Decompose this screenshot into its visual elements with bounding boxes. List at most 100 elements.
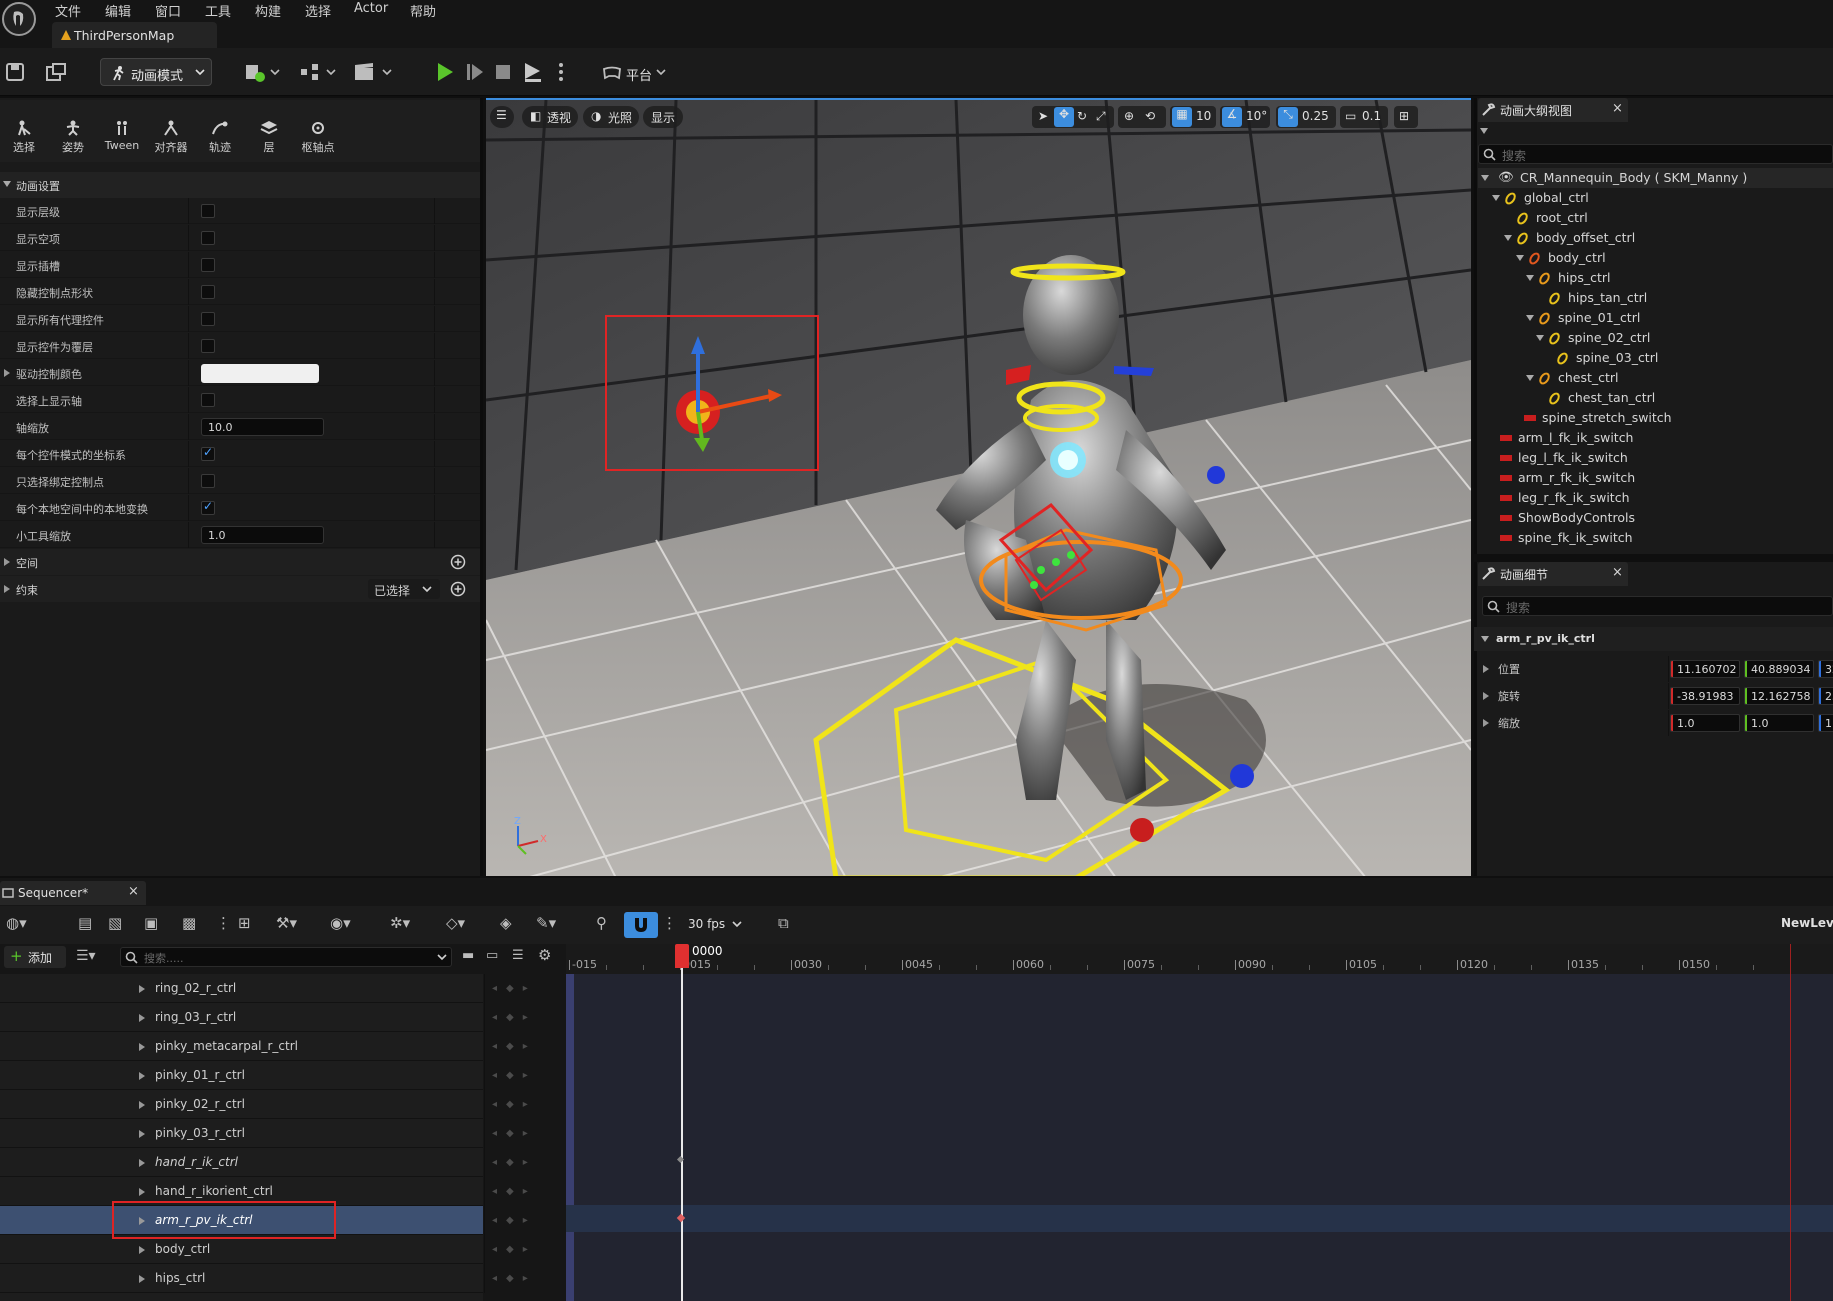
gizmo-scale-field[interactable]: 1.0 [201,526,324,544]
close-icon[interactable]: × [1612,565,1623,580]
setting-checkbox[interactable] [201,312,215,326]
tools-icon[interactable]: ⚒▾ [276,914,297,932]
expand-arrow-icon[interactable] [139,1246,145,1254]
outliner-item[interactable]: body_ctrl [1478,248,1833,268]
track-row[interactable]: ring_02_r_ctrl ◂◆▸ [0,974,528,1003]
stop-button[interactable] [495,64,511,80]
transform-x-field[interactable]: 11.160702 [1670,660,1740,678]
key-nav-icon[interactable]: ◂◆▸ [492,1128,537,1139]
outliner-item[interactable]: chest_ctrl [1478,368,1833,388]
level-viewport[interactable]: ☰ ◧ 透视 ◑ 光照 显示 ➤ ✥ ↻ ⤢ ⊕ ⟲ ▦ 10 ∡ 10° ⤡ 0.… [486,98,1471,876]
select-mode-icon[interactable]: ➤ [1038,109,1048,123]
blueprint-icon[interactable] [300,63,338,81]
expand-arrow-icon[interactable] [139,1072,145,1080]
axis-scale-field[interactable]: 10.0 [201,418,324,436]
tool-aligner[interactable]: 对齐器 [147,120,195,155]
outliner-item[interactable]: spine_01_ctrl [1478,308,1833,328]
outliner-tab[interactable]: 动画大纲视图 × [1478,98,1628,122]
auto-key-icon[interactable]: ◈ [500,914,512,932]
color-swatch[interactable] [201,364,319,383]
key-nav-icon[interactable]: ◂◆▸ [492,1070,537,1081]
track-row[interactable]: pinky_metacarpal_r_ctrl ◂◆▸ [0,1032,528,1061]
curve-editor-icon[interactable]: ⧉ [778,914,789,932]
track-row[interactable]: pinky_03_r_ctrl ◂◆▸ [0,1119,528,1148]
play-button[interactable] [436,62,454,82]
rotate-mode-icon[interactable]: ↻ [1077,109,1087,123]
outliner-item[interactable]: root_ctrl [1478,208,1833,228]
setting-checkbox[interactable] [201,445,215,461]
expand-arrow-icon[interactable] [139,1130,145,1138]
outliner-item[interactable]: arm_l_fk_ik_switch [1478,428,1833,448]
outliner-item[interactable]: spine_fk_ik_switch [1478,528,1833,548]
key-nav-icon[interactable]: ◂◆▸ [492,1012,537,1023]
find-asset-icon[interactable]: ▧ [108,914,122,932]
transform-x-field[interactable]: -38.91983 [1670,687,1740,705]
setting-checkbox[interactable] [201,339,215,353]
collapse-arrow-icon[interactable] [1526,375,1534,381]
outliner-root-row[interactable]: 👁 CR_Mannequin_Body ( SKM_Manny ) [1478,168,1833,188]
transform-y-field[interactable]: 40.889034 [1744,660,1814,678]
outliner-item[interactable]: hips_ctrl [1478,268,1833,288]
key-nav-icon[interactable]: ◂◆▸ [492,1041,537,1052]
transform-y-field[interactable]: 12.162758 [1744,687,1814,705]
save-icon[interactable] [6,63,24,81]
fps-dropdown[interactable]: 30 fps [686,914,754,936]
outliner-item[interactable]: spine_02_ctrl [1478,328,1833,348]
transform-z-field[interactable]: 1. [1818,714,1833,732]
tool-layer[interactable]: 层 [245,120,293,155]
world-space-icon[interactable]: ⊕ [1124,109,1134,123]
collapse-arrow-icon[interactable] [1516,255,1524,261]
expand-arrow-icon[interactable] [139,985,145,993]
expand-arrow-icon[interactable] [139,1275,145,1283]
menu-actor[interactable]: Actor [354,1,388,16]
collapse-arrow-icon[interactable] [1492,195,1500,201]
timeline-area[interactable] [566,944,1833,1301]
track-row[interactable]: pinky_01_r_ctrl ◂◆▸ [0,1061,528,1090]
scale-mode-icon[interactable]: ⤢ [1096,109,1106,124]
map-tab[interactable]: ThirdPersonMap [52,22,217,48]
track-row[interactable]: pinky_02_r_ctrl ◂◆▸ [0,1090,528,1119]
outliner-item[interactable]: arm_r_fk_ik_switch [1478,468,1833,488]
expand-arrow-icon[interactable] [1483,665,1489,673]
outliner-item[interactable]: spine_03_ctrl [1478,348,1833,368]
marker-icon[interactable]: ⚲ [596,914,607,932]
constraint-section[interactable]: 约束 已选择 [0,576,480,602]
collapse-rows-icon[interactable]: ▬ [462,948,474,963]
world-icon[interactable]: ◍▾ [6,914,27,932]
outliner-item[interactable]: global_ctrl [1478,188,1833,208]
playhead-handle[interactable] [675,944,689,968]
transform-z-field[interactable]: 32 [1818,660,1833,678]
camera-speed-button[interactable]: ▭ 0.1 [1340,106,1388,128]
details-tab[interactable]: 动画细节 × [1478,562,1628,586]
setting-checkbox[interactable] [201,231,215,245]
details-category-header[interactable]: arm_r_pv_ik_ctrl [1474,627,1833,651]
expand-arrow-icon[interactable] [139,1043,145,1051]
outliner-item[interactable]: leg_r_fk_ik_switch [1478,488,1833,508]
add-circle-icon[interactable] [450,554,466,570]
close-icon[interactable]: × [1612,101,1623,116]
sequencer-tab[interactable]: Sequencer* × [0,881,146,905]
outliner-search-input[interactable]: 搜索 [1478,144,1833,164]
step-button[interactable] [466,62,484,82]
track-row[interactable]: hips_ctrl ◂◆▸ [0,1264,528,1293]
collapse-arrow-icon[interactable] [1526,315,1534,321]
render-movie-icon[interactable]: ▩ [182,914,196,932]
setting-checkbox[interactable] [201,393,215,407]
outliner-item[interactable]: ShowBodyControls [1478,508,1833,528]
collapse-arrow-icon[interactable] [1536,335,1544,341]
space-section[interactable]: 空间 [0,549,480,575]
transform-x-field[interactable]: 1.0 [1670,714,1740,732]
key-nav-icon[interactable]: ◂◆▸ [492,1186,537,1197]
list-view-icon[interactable]: ☰ [512,948,524,963]
tool-pivot[interactable]: 枢轴点 [294,120,342,155]
viewport-menu-button[interactable]: ☰ [490,106,514,128]
expand-rows-icon[interactable]: ▭ [486,948,498,963]
camera-cut-icon[interactable]: ▣ [144,914,158,932]
add-circle-icon[interactable] [450,581,466,597]
unreal-logo-icon[interactable] [2,2,36,36]
key-nav-icon[interactable]: ◂◆▸ [492,1273,537,1284]
more-options-icon[interactable] [558,62,564,82]
setting-checkbox[interactable] [201,258,215,272]
setting-checkbox[interactable] [201,474,215,488]
viewport-layout-button[interactable]: ⊞ [1394,106,1418,128]
